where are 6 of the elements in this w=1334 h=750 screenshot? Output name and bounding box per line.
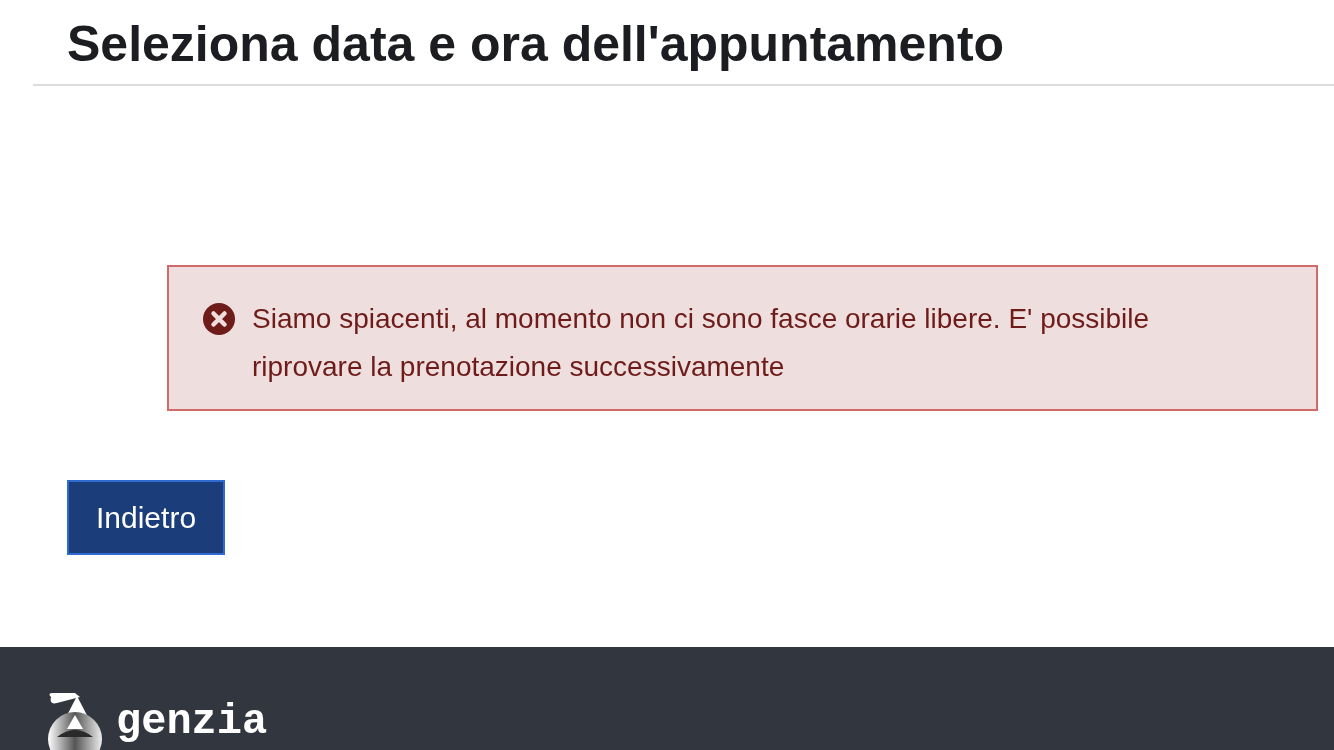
logo-text: genzia [116,702,268,742]
alert-message: Siamo spiacenti, al momento non ci sono fasce orarie libere. E' possibile riprovare la prenotazione successivamente [252,302,1151,384]
page-title: Seleziona data e ora dell'appuntamento [67,15,1006,74]
back-button[interactable]: Indietro [67,480,226,555]
error-icon [203,303,235,335]
logo-icon [47,693,103,750]
